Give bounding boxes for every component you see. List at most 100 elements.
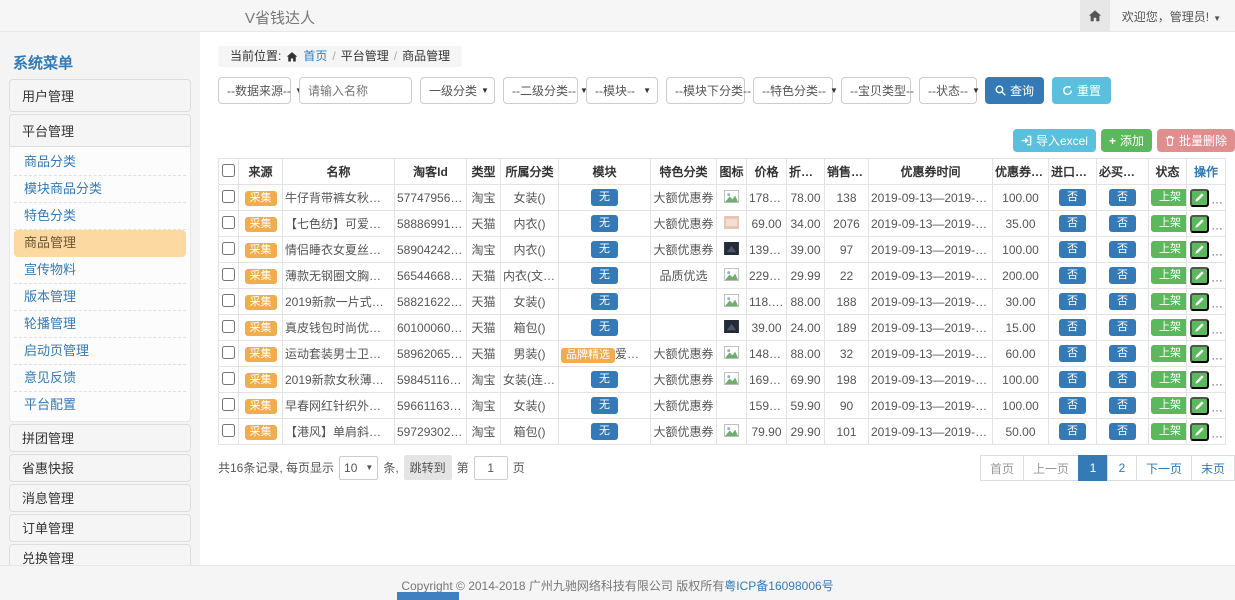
edit-button[interactable] — [1190, 189, 1209, 207]
status-button[interactable]: 上架 — [1151, 241, 1187, 258]
filter-select[interactable]: --模块--▼ — [586, 77, 658, 104]
must-buy-toggle-button[interactable]: 否 — [1109, 319, 1136, 336]
edit-button[interactable] — [1190, 319, 1209, 337]
status-button[interactable]: 上架 — [1151, 319, 1187, 336]
filter-select[interactable]: 一级分类▼ — [420, 77, 495, 104]
edit-button[interactable] — [1190, 215, 1209, 233]
import-toggle-button[interactable]: 否 — [1059, 319, 1086, 336]
edit-button[interactable] — [1190, 293, 1209, 311]
row-checkbox[interactable] — [222, 398, 235, 411]
filter-select[interactable]: --二级分类--▼ — [503, 77, 578, 104]
user-menu[interactable]: 欢迎您，管理员!▼ — [1110, 8, 1235, 25]
jump-to-button[interactable]: 跳转到 — [404, 455, 452, 480]
import-toggle-button[interactable]: 否 — [1059, 241, 1086, 258]
import-excel-button[interactable]: 导入excel — [1013, 129, 1096, 152]
must-buy-toggle-button[interactable]: 否 — [1109, 241, 1136, 258]
sidebar-item-link[interactable]: 宣传物料 — [14, 257, 186, 284]
import-toggle-button[interactable]: 否 — [1059, 423, 1086, 440]
edit-button[interactable] — [1190, 241, 1209, 259]
page-button[interactable]: 2 — [1107, 455, 1137, 481]
row-checkbox[interactable] — [222, 372, 235, 385]
row-checkbox[interactable] — [222, 346, 235, 359]
filter-select[interactable]: --状态--▼ — [919, 77, 977, 104]
import-toggle-button[interactable]: 否 — [1059, 267, 1086, 284]
row-checkbox[interactable] — [222, 424, 235, 437]
status-button[interactable]: 上架 — [1151, 293, 1187, 310]
must-buy-toggle-button[interactable]: 否 — [1109, 397, 1136, 414]
page-button[interactable]: 1 — [1078, 455, 1108, 481]
column-header: 来源 — [239, 159, 283, 185]
import-toggle-button[interactable]: 否 — [1059, 371, 1086, 388]
reset-button[interactable]: 重置 — [1052, 77, 1111, 104]
import-toggle-button[interactable]: 否 — [1059, 293, 1086, 310]
cell-icon — [717, 289, 747, 315]
sidebar-group[interactable]: 兑换管理 — [9, 544, 191, 565]
filter-select[interactable]: --特色分类--▼ — [753, 77, 833, 104]
sidebar-item-link[interactable]: 启动页管理 — [14, 338, 186, 365]
must-buy-toggle-button[interactable]: 否 — [1109, 267, 1136, 284]
batch-delete-button[interactable]: 批量删除 — [1157, 129, 1235, 152]
edit-button[interactable] — [1190, 345, 1209, 363]
filter-select[interactable]: --模块下分类--▼ — [666, 77, 745, 104]
page-button[interactable]: 首页 — [980, 455, 1024, 481]
search-button[interactable]: 查询 — [985, 77, 1044, 104]
add-button[interactable]: + 添加 — [1101, 129, 1152, 152]
name-search-input[interactable] — [299, 77, 412, 104]
filter-select[interactable]: --宝贝类型--▼ — [841, 77, 911, 104]
import-toggle-button[interactable]: 否 — [1059, 345, 1086, 362]
row-checkbox[interactable] — [222, 216, 235, 229]
sidebar-item-link[interactable]: 商品分类 — [14, 149, 186, 176]
sidebar-group-platform[interactable]: 平台管理 — [9, 114, 191, 147]
home-button[interactable] — [1080, 0, 1110, 32]
sidebar-item-active[interactable]: 商品管理 — [14, 230, 186, 257]
status-button[interactable]: 上架 — [1151, 267, 1187, 284]
status-button[interactable]: 上架 — [1151, 371, 1187, 388]
cell-source: 采集 — [239, 263, 283, 289]
sidebar-item-link[interactable]: 模块商品分类 — [14, 176, 186, 203]
row-checkbox[interactable] — [222, 320, 235, 333]
sidebar-item-link[interactable]: 版本管理 — [14, 284, 186, 311]
row-checkbox[interactable] — [222, 294, 235, 307]
icp-link[interactable]: 粤ICP备16098006号 — [724, 579, 833, 593]
page-button[interactable]: 上一页 — [1023, 455, 1079, 481]
edit-button[interactable] — [1190, 423, 1209, 441]
sidebar-item-link[interactable]: 轮播管理 — [14, 311, 186, 338]
sidebar-item-link[interactable]: 特色分类 — [14, 203, 186, 230]
page-button[interactable]: 下一页 — [1136, 455, 1192, 481]
must-buy-toggle-button[interactable]: 否 — [1109, 215, 1136, 232]
edit-button[interactable] — [1190, 397, 1209, 415]
sidebar-group[interactable]: 省惠快报 — [9, 454, 191, 482]
per-page-select[interactable]: 10 ▼ — [339, 456, 378, 480]
sidebar-item-link[interactable]: 意见反馈 — [14, 365, 186, 392]
import-toggle-button[interactable]: 否 — [1059, 189, 1086, 206]
import-toggle-button[interactable]: 否 — [1059, 215, 1086, 232]
status-button[interactable]: 上架 — [1151, 345, 1187, 362]
page-button[interactable]: 末页 — [1191, 455, 1235, 481]
status-button[interactable]: 上架 — [1151, 189, 1187, 206]
edit-button[interactable] — [1190, 267, 1209, 285]
sidebar-group-users[interactable]: 用户管理 — [9, 79, 191, 112]
row-checkbox[interactable] — [222, 242, 235, 255]
breadcrumb-home-link[interactable]: 首页 — [303, 46, 327, 67]
sidebar-group[interactable]: 消息管理 — [9, 484, 191, 512]
cell-actions — [1187, 419, 1226, 445]
edit-button[interactable] — [1190, 371, 1209, 389]
sidebar-group[interactable]: 拼团管理 — [9, 424, 191, 452]
page-number-input[interactable] — [474, 456, 508, 480]
sidebar-group[interactable]: 订单管理 — [9, 514, 191, 542]
must-buy-toggle-button[interactable]: 否 — [1109, 371, 1136, 388]
status-button[interactable]: 上架 — [1151, 397, 1187, 414]
status-button[interactable]: 上架 — [1151, 423, 1187, 440]
sidebar-item-link[interactable]: 平台配置 — [14, 392, 186, 419]
must-buy-toggle-button[interactable]: 否 — [1109, 345, 1136, 362]
row-checkbox[interactable] — [222, 190, 235, 203]
must-buy-toggle-button[interactable]: 否 — [1109, 423, 1136, 440]
must-buy-toggle-button[interactable]: 否 — [1109, 189, 1136, 206]
select-all-checkbox[interactable] — [222, 164, 235, 177]
row-checkbox[interactable] — [222, 268, 235, 281]
status-button[interactable]: 上架 — [1151, 215, 1187, 232]
must-buy-toggle-button[interactable]: 否 — [1109, 293, 1136, 310]
filter-select[interactable]: --数据来源--▼ — [218, 77, 291, 104]
import-toggle-button[interactable]: 否 — [1059, 397, 1086, 414]
cell-must-buy: 否 — [1097, 393, 1149, 419]
